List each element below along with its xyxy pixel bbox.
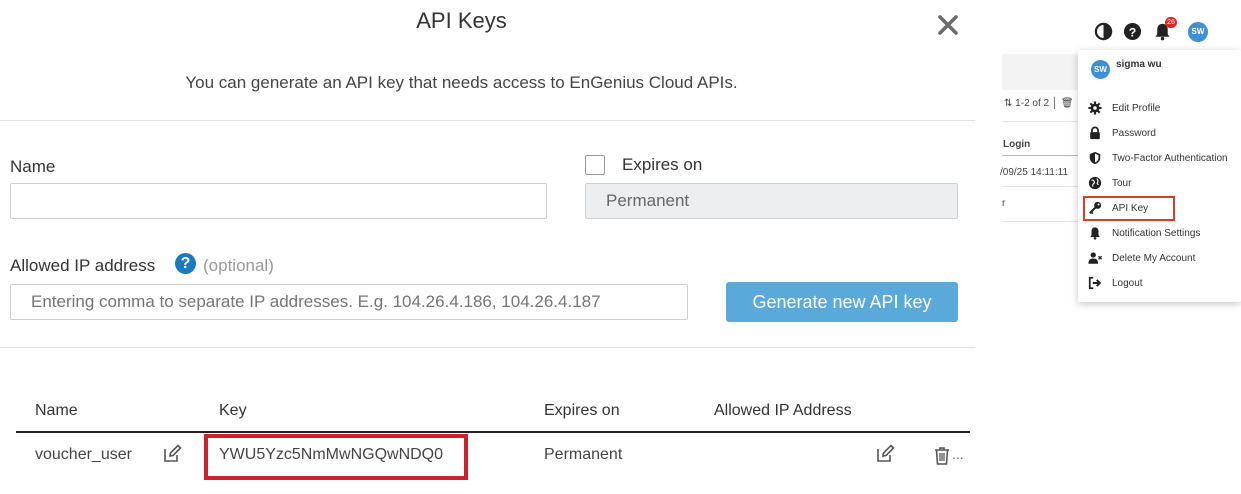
modal-title: API Keys — [416, 8, 507, 33]
menu-item-label: Edit Profile — [1112, 102, 1161, 114]
logout-icon — [1088, 276, 1102, 290]
pagination-text: 1-2 of 2 — [1015, 98, 1050, 109]
column-header-name: Name — [35, 402, 78, 419]
divider — [0, 347, 975, 348]
divider — [1002, 186, 1082, 187]
optional-label: (optional) — [203, 256, 274, 275]
bell-icon — [1090, 227, 1100, 240]
screen: ⇅ 1-2 of 2 │ 🗑 Login /09/25 14:11:11 r ?… — [0, 0, 1241, 494]
menu-item-edit-profile[interactable]: Edit Profile — [1084, 97, 1241, 119]
menu-item-password[interactable]: Password — [1084, 122, 1241, 144]
column-header-login: Login — [1003, 139, 1031, 150]
api-keys-modal: API Keys You can generate an API key tha… — [0, 0, 975, 494]
divider — [0, 120, 975, 121]
menu-item-label: Two-Factor Authentication — [1112, 152, 1228, 164]
menu-user-name: sigma wu — [1116, 59, 1162, 70]
expires-field: Permanent — [585, 183, 958, 219]
shield-icon — [1089, 151, 1101, 165]
menu-avatar: SW — [1091, 60, 1110, 79]
edit-name-icon[interactable] — [162, 444, 182, 464]
menu-item-label: Delete My Account — [1112, 252, 1196, 264]
api-key-highlight — [1083, 196, 1175, 221]
menu-item-two-factor[interactable]: Two-Factor Authentication — [1084, 147, 1241, 169]
column-header-expires: Expires on — [544, 402, 620, 419]
more-ellipsis: ... — [952, 446, 964, 462]
login-cell: /09/25 14:11:11 — [1000, 167, 1069, 178]
menu-item-label: Password — [1112, 127, 1156, 139]
generate-api-key-button[interactable]: Generate new API key — [726, 282, 958, 322]
name-input[interactable] — [10, 183, 547, 219]
gear-icon — [1088, 101, 1102, 115]
user-delete-icon — [1088, 252, 1102, 264]
menu-item-notification-settings[interactable]: Notification Settings — [1084, 222, 1241, 244]
cell-fragment: r — [1002, 198, 1006, 209]
help-icon[interactable]: ? — [175, 253, 196, 274]
lock-icon — [1090, 126, 1100, 140]
globe-icon — [1088, 176, 1102, 190]
allowed-ip-input[interactable] — [10, 284, 688, 320]
menu-item-delete-account[interactable]: Delete My Account — [1084, 247, 1241, 269]
close-icon[interactable] — [935, 12, 961, 38]
divider — [1002, 121, 1082, 122]
menu-item-label: Tour — [1112, 177, 1132, 189]
allowed-ip-label: Allowed IP address — [10, 256, 156, 275]
divider — [1002, 221, 1082, 222]
key-highlight — [204, 434, 468, 480]
menu-item-tour[interactable]: Tour — [1084, 172, 1241, 194]
row-expires: Permanent — [544, 446, 623, 463]
menu-item-label: Logout — [1112, 277, 1143, 289]
svg-text:?: ? — [1129, 25, 1137, 39]
row-name: voucher_user — [35, 446, 132, 463]
expires-label: Expires on — [622, 155, 703, 174]
avatar[interactable]: SW — [1188, 22, 1208, 42]
pagination-label: ⇅ 1-2 of 2 │ 🗑 — [1004, 98, 1074, 109]
expires-checkbox[interactable] — [585, 155, 605, 175]
table-header-divider — [16, 431, 970, 433]
menu-item-logout[interactable]: Logout — [1084, 272, 1241, 294]
divider — [1002, 155, 1082, 156]
contrast-icon[interactable] — [1094, 22, 1113, 41]
menu-item-label: Notification Settings — [1112, 227, 1201, 239]
column-header-key: Key — [219, 402, 247, 419]
name-label: Name — [10, 157, 56, 176]
edit-ip-icon[interactable] — [875, 444, 895, 464]
modal-subtitle: You can generate an API key that needs a… — [185, 73, 738, 92]
notification-badge: 26 — [1165, 17, 1177, 28]
trash-icon[interactable] — [932, 446, 952, 466]
column-header-allowed-ip: Allowed IP Address — [714, 402, 852, 419]
help-circle-icon[interactable]: ? — [1123, 22, 1142, 41]
